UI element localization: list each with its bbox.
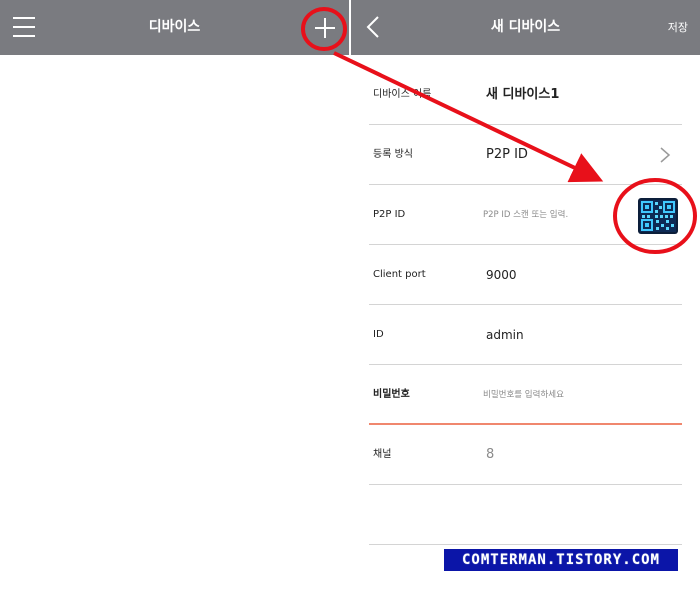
- client-port-label: Client port: [373, 269, 426, 280]
- device-list-header: 디바이스: [0, 0, 349, 55]
- id-row[interactable]: ID admin: [369, 305, 682, 365]
- p2p-id-label: P2P ID: [373, 209, 406, 220]
- device-name-field[interactable]: 새 디바이스1: [486, 65, 559, 125]
- page-title: 새 디바이스: [490, 19, 561, 35]
- registration-method-label: 등록 방식: [373, 149, 413, 160]
- registration-method-value[interactable]: P2P ID: [486, 125, 528, 185]
- id-label: ID: [373, 329, 384, 340]
- new-device-screen: 새 디바이스 저장 디바이스 이름 새 디바이스1 등록 방식 P2P ID P…: [351, 0, 700, 594]
- new-device-header: 새 디바이스 저장: [351, 0, 700, 55]
- client-port-field[interactable]: 9000: [486, 245, 517, 305]
- registration-method-row[interactable]: 등록 방식 P2P ID: [369, 125, 682, 185]
- qr-scan-button[interactable]: [638, 198, 678, 234]
- device-name-row[interactable]: 디바이스 이름 새 디바이스1: [369, 65, 682, 125]
- p2p-id-row[interactable]: P2P ID P2P ID 스캔 또는 입력.: [369, 185, 682, 245]
- watermark: COMTERMAN.TISTORY.COM: [444, 549, 678, 571]
- password-input[interactable]: 비밀번호를 입력하세요: [483, 365, 564, 425]
- channel-row[interactable]: 채널 8: [369, 425, 682, 485]
- password-label: 비밀번호: [373, 389, 410, 400]
- device-name-label: 디바이스 이름: [373, 89, 432, 100]
- qr-code-icon: [640, 200, 676, 232]
- save-button[interactable]: 저장: [668, 0, 688, 55]
- empty-row: [369, 485, 682, 545]
- id-field[interactable]: admin: [486, 305, 524, 365]
- device-form: 디바이스 이름 새 디바이스1 등록 방식 P2P ID P2P ID P2P …: [369, 65, 682, 545]
- password-row[interactable]: 비밀번호 비밀번호를 입력하세요: [369, 365, 682, 425]
- page-title: 디바이스: [148, 19, 201, 35]
- add-device-button[interactable]: [312, 15, 338, 41]
- channel-label: 채널: [373, 449, 392, 460]
- client-port-row[interactable]: Client port 9000: [369, 245, 682, 305]
- channel-field[interactable]: 8: [486, 425, 494, 485]
- p2p-id-input[interactable]: P2P ID 스캔 또는 입력.: [483, 185, 568, 245]
- device-list-screen: 디바이스: [0, 0, 349, 594]
- chevron-right-icon[interactable]: [658, 145, 672, 165]
